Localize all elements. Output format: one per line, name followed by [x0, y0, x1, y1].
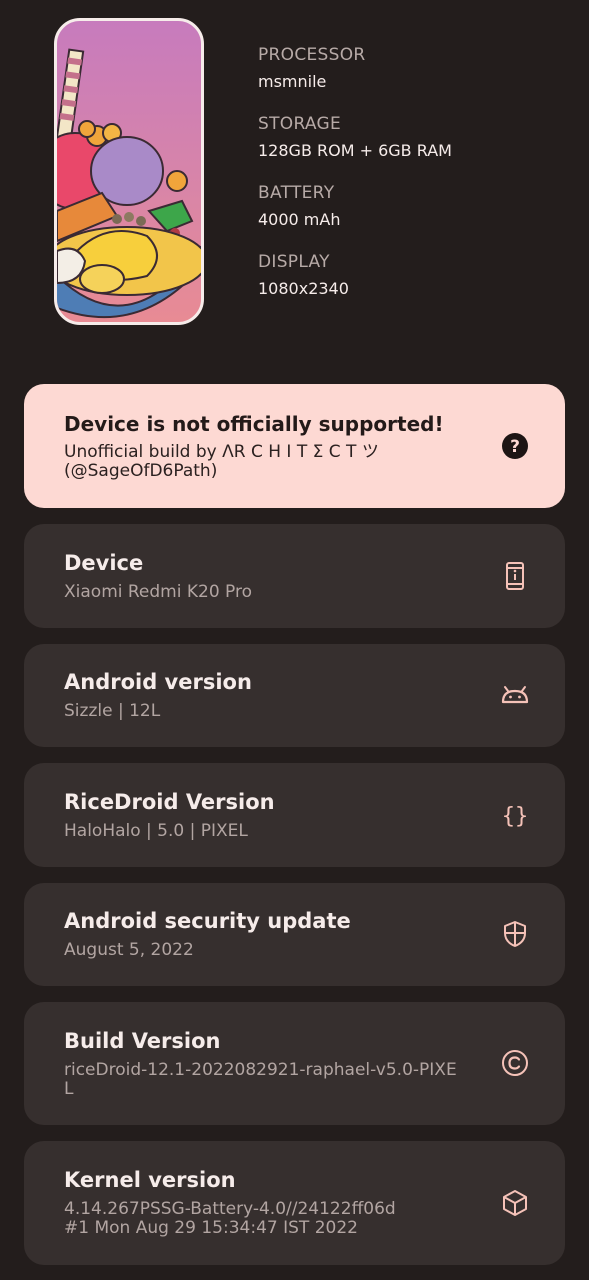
card-subtitle: Xiaomi Redmi K20 Pro [64, 582, 253, 602]
card-title: Build Version [64, 1029, 221, 1053]
spec-display: DISPLAY 1080x2340 [258, 251, 558, 320]
help-icon: ? [502, 433, 528, 459]
phone-icon [506, 562, 524, 590]
card-subtitle: August 5, 2022 [64, 940, 194, 960]
spec-value: 1080x2340 [258, 279, 349, 298]
svg-text:{}: {} [502, 804, 529, 829]
card-subtitle: Sizzle | 12L [64, 701, 161, 721]
kernel-version-card[interactable]: Kernel version 4.14.267PSSG-Battery-4.0/… [24, 1141, 565, 1265]
shield-icon [504, 921, 526, 947]
android-icon [501, 686, 529, 704]
spec-value: 4000 mAh [258, 210, 341, 229]
card-title: Kernel version [64, 1168, 236, 1192]
svg-text:?: ? [510, 437, 520, 457]
card-subtitle: 4.14.267PSSG-Battery-4.0//24122ff06d #1 … [64, 1199, 396, 1238]
android-version-card[interactable]: Android version Sizzle | 12L [24, 644, 565, 747]
ricedroid-version-card[interactable]: RiceDroid Version HaloHalo | 5.0 | PIXEL… [24, 763, 565, 867]
build-version-card[interactable]: Build Version riceDroid-12.1-2022082921-… [24, 1002, 565, 1125]
card-subtitle: HaloHalo | 5.0 | PIXEL [64, 821, 248, 841]
braces-icon: {} [502, 804, 529, 829]
card-title: Android version [64, 670, 252, 694]
warning-title: Device is not officially supported! [64, 412, 444, 436]
spec-label: PROCESSOR [258, 45, 366, 65]
card-subtitle: riceDroid-12.1-2022082921-raphael-v5.0-P… [64, 1060, 457, 1099]
card-title: RiceDroid Version [64, 790, 275, 814]
security-update-card[interactable]: Android security update August 5, 2022 [24, 883, 565, 986]
spec-battery: BATTERY 4000 mAh [258, 182, 558, 251]
spec-label: DISPLAY [258, 252, 330, 272]
device-card[interactable]: Device Xiaomi Redmi K20 Pro [24, 524, 565, 628]
food-bowl-illustration [57, 48, 201, 319]
warning-subtitle: Unofficial build by ΛR C H I T Σ C T ツ (… [64, 442, 379, 481]
card-title: Android security update [64, 909, 351, 933]
device-preview-image [54, 18, 204, 325]
unofficial-build-card[interactable]: Device is not officially supported! Unof… [24, 384, 565, 508]
spec-label: BATTERY [258, 183, 335, 203]
copyright-icon [502, 1050, 528, 1076]
spec-processor: PROCESSOR msmnile [258, 44, 558, 113]
spec-value: 128GB ROM + 6GB RAM [258, 141, 452, 160]
spec-storage: STORAGE 128GB ROM + 6GB RAM [258, 113, 558, 182]
spec-value: msmnile [258, 72, 327, 91]
spec-label: STORAGE [258, 114, 342, 134]
card-title: Device [64, 551, 144, 575]
cube-icon [503, 1190, 527, 1216]
device-specs: PROCESSOR msmnile STORAGE 128GB ROM + 6G… [258, 44, 558, 320]
